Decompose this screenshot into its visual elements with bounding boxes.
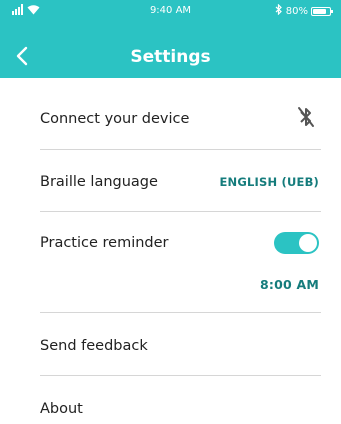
- reminder-time-row: 8:00 AM: [40, 274, 319, 294]
- practice-reminder-row: Practice reminder: [40, 228, 319, 258]
- connect-device-row[interactable]: Connect your device: [40, 104, 319, 134]
- battery-level-fill: [313, 8, 326, 14]
- reminder-time-value[interactable]: 8:00 AM: [260, 277, 319, 292]
- bluetooth-off-icon[interactable]: [297, 106, 315, 132]
- divider: [40, 312, 321, 313]
- battery-icon: [311, 6, 333, 16]
- app-header: 9:40 AM 80% Settings: [0, 0, 341, 78]
- status-bar: 9:40 AM 80%: [0, 0, 341, 24]
- braille-language-label: Braille language: [40, 174, 158, 190]
- send-feedback-label: Send feedback: [40, 338, 148, 354]
- nav-bar: Settings: [0, 38, 341, 76]
- page-title: Settings: [130, 47, 211, 67]
- braille-language-row[interactable]: Braille language ENGLISH (UEB): [40, 167, 319, 197]
- divider: [40, 375, 321, 376]
- connect-device-label: Connect your device: [40, 111, 190, 127]
- send-feedback-row[interactable]: Send feedback: [40, 331, 319, 361]
- about-label: About: [40, 401, 83, 417]
- toggle-knob: [299, 234, 317, 252]
- status-right: 80%: [275, 3, 333, 18]
- braille-language-value[interactable]: ENGLISH (UEB): [219, 175, 319, 189]
- battery-percent: 80%: [285, 5, 308, 17]
- practice-reminder-toggle[interactable]: [274, 232, 319, 254]
- practice-reminder-label: Practice reminder: [40, 235, 169, 251]
- divider: [40, 211, 321, 212]
- divider: [40, 149, 321, 150]
- bluetooth-icon: [275, 3, 283, 18]
